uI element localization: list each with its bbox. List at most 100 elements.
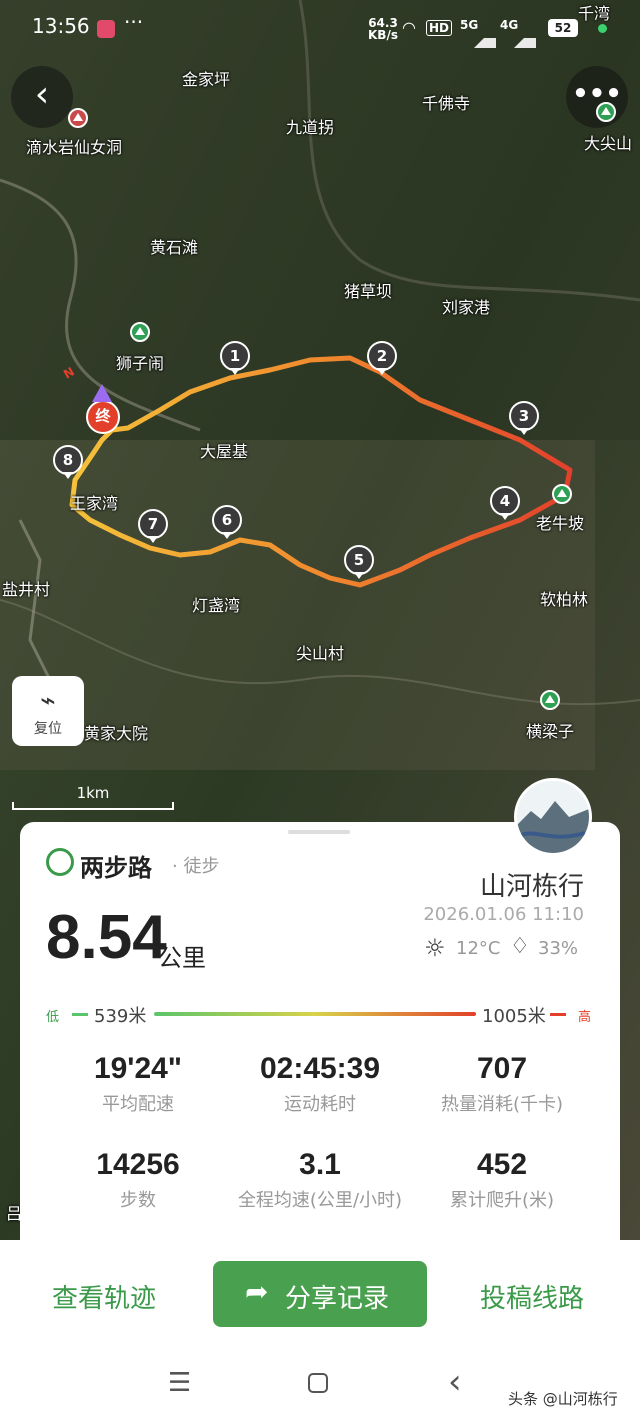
map-scale: 1km [12, 784, 174, 810]
place-label: 软柏林 [540, 590, 589, 609]
place-label: 滴水岩仙女洞 [26, 138, 123, 157]
stat-steps: 14256 步数 [38, 1148, 238, 1212]
user-avatar[interactable] [514, 778, 592, 856]
direction-arrow-icon [92, 384, 112, 402]
scale-label: 1km [76, 784, 110, 802]
place-label: 大屋基 [200, 442, 249, 461]
stat-label: 累计爬升(米) [449, 1190, 555, 1211]
hd-badge: HD [426, 20, 453, 36]
distance-value: 8.54 [46, 903, 167, 972]
reset-label: 复位 [34, 721, 62, 737]
place-label: 尖山村 [296, 644, 345, 663]
waypoint-marker[interactable]: 8 [53, 445, 83, 479]
scale-bar [12, 802, 174, 810]
elevation-low-label: 低 [46, 1010, 60, 1025]
humidity: 33% [538, 938, 579, 959]
waypoint-marker[interactable]: 2 [367, 341, 397, 375]
waypoint-marker[interactable]: 5 [344, 545, 374, 579]
mountain-icon[interactable] [552, 484, 572, 504]
reset-icon: ⌁ [40, 686, 56, 716]
elevation-high-value: 1005米 [482, 1006, 546, 1027]
net-4g: 4G [500, 18, 519, 32]
map-view[interactable]: 13:56 ··· 64.3 KB/s ◠ HD 5G 4G 52 ‹ ••• … [0, 0, 640, 1240]
more-options-button[interactable]: ••• [566, 66, 628, 128]
mountain-icon[interactable] [540, 690, 560, 710]
wifi-icon: ◠ [402, 18, 416, 37]
mountain-icon[interactable] [596, 102, 616, 122]
place-label: 横梁子 [526, 722, 575, 741]
waypoint-marker[interactable]: 7 [138, 509, 168, 543]
home-icon[interactable] [308, 1373, 328, 1393]
brand-name: 两步路 [80, 854, 152, 882]
stat-value: 19'24" [93, 1052, 183, 1085]
waypoint-marker[interactable]: 4 [490, 486, 520, 520]
place-label: 刘家港 [442, 298, 491, 317]
share-record-button[interactable]: ➦ 分享记录 [213, 1261, 427, 1327]
status-time: 13:56 [32, 14, 90, 38]
bottom-action-bar: 查看轨迹 ➦ 分享记录 投稿线路 ☰ ‹ 头条 @山河栋行 [0, 1240, 640, 1422]
humidity-icon: ♢ [510, 934, 530, 959]
indicator-dot-icon [598, 24, 607, 33]
share-icon: ➦ [245, 1275, 269, 1308]
recent-apps-icon[interactable]: ☰ [168, 1368, 191, 1398]
user-name: 山河栋行 [479, 872, 584, 902]
place-label: 狮子闹 [116, 354, 165, 373]
stat-label: 平均配速 [102, 1094, 174, 1115]
place-label: 九道拐 [286, 118, 335, 137]
waypoint-marker[interactable]: 3 [509, 401, 539, 435]
place-label: 大尖山 [584, 134, 633, 153]
stat-value: 3.1 [299, 1148, 341, 1181]
place-label: 千佛寺 [422, 94, 471, 113]
brand-logo-icon [46, 848, 74, 876]
reset-view-button[interactable]: ⌁ 复位 [12, 676, 84, 746]
drag-handle[interactable] [288, 830, 350, 834]
landscape-avatar-icon [517, 781, 589, 853]
place-label: 盐井村 [2, 580, 51, 599]
stat-duration: 02:45:39 运动耗时 [220, 1052, 420, 1116]
back-arrow-icon: ‹ [34, 74, 50, 115]
temperature: 12°C [456, 938, 501, 959]
net-5g: 5G [460, 18, 479, 32]
notification-app-icon [97, 20, 115, 38]
stat-label: 运动耗时 [284, 1094, 356, 1115]
place-label: 灯盏湾 [192, 596, 241, 615]
place-label: 黄石滩 [150, 238, 199, 257]
stat-calories: 707 热量消耗(千卡) [402, 1052, 602, 1116]
stat-label: 热量消耗(千卡) [440, 1094, 564, 1115]
place-label: 千湾 [578, 4, 611, 23]
network-speed-unit: KB/s [368, 28, 398, 42]
place-label: 黄家大院 [84, 724, 149, 743]
more-notifications-icon: ··· [124, 10, 144, 34]
place-label: 王家湾 [70, 494, 119, 513]
stat-value: 14256 [96, 1148, 180, 1181]
elevation-low-value: 539米 [94, 1006, 147, 1027]
stat-label: 步数 [120, 1190, 156, 1211]
nav-back-icon[interactable]: ‹ [448, 1362, 462, 1402]
waypoint-marker[interactable]: 1 [220, 341, 250, 375]
network-speed: 64.3 KB/s [368, 17, 398, 41]
elevation-low-tick [72, 1013, 88, 1016]
elevation-gradient-bar [154, 1012, 476, 1016]
distance-unit: 公里 [158, 944, 206, 972]
back-button[interactable]: ‹ [11, 66, 73, 128]
scenic-spot-icon[interactable] [68, 108, 88, 128]
stat-ascent: 452 累计爬升(米) [402, 1148, 602, 1212]
sun-icon: ☼ [424, 934, 446, 962]
mountain-icon[interactable] [130, 322, 150, 342]
stat-value: 707 [476, 1052, 528, 1085]
waypoint-marker[interactable]: 6 [212, 505, 242, 539]
elevation-high-label: 高 [578, 1010, 592, 1025]
stat-avg-pace: 19'24" 平均配速 [38, 1052, 238, 1116]
stat-value: 02:45:39 [259, 1052, 381, 1085]
watermark: 头条 @山河栋行 [508, 1390, 618, 1408]
share-label: 分享记录 [285, 1284, 390, 1314]
summary-card: 两步路 · 徒步 山河栋行 2026.01.06 11:10 8.54 公里 ☼… [20, 778, 620, 1240]
place-label: 金家坪 [182, 70, 231, 89]
battery-icon: 52 [548, 19, 578, 37]
stat-label: 全程均速(公里/小时) [237, 1190, 403, 1211]
place-label: 老牛坡 [536, 514, 585, 533]
view-track-button[interactable]: 查看轨迹 [52, 1278, 156, 1315]
submit-route-button[interactable]: 投稿线路 [480, 1278, 584, 1315]
place-label: 猪草坝 [344, 282, 393, 301]
end-marker[interactable]: 终 [86, 400, 120, 434]
